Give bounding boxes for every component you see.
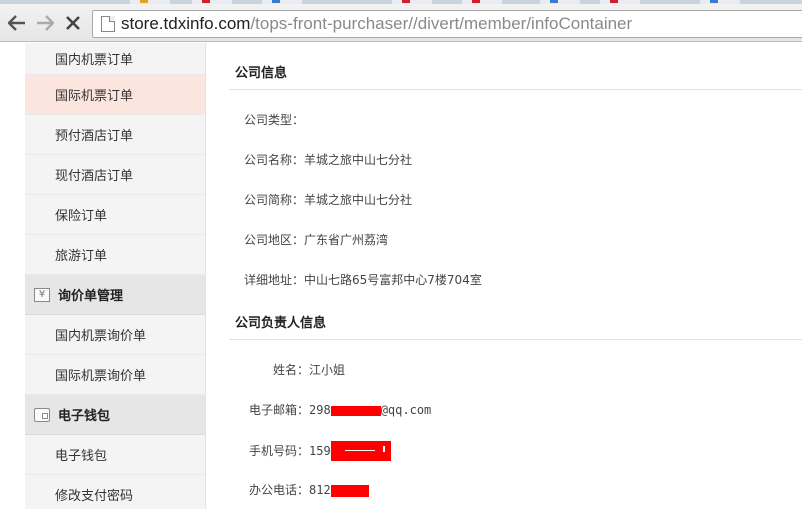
sidebar-group-label: 电子钱包: [58, 409, 111, 424]
company-address-value: 中山七路65号富邦中心7楼704室: [304, 273, 482, 287]
sidebar-item-label: 旅游订单: [55, 249, 108, 264]
contact-phone-prefix: 812: [309, 483, 331, 497]
sidebar-group-label: 询价单管理: [58, 289, 124, 304]
sidebar-item-wallet[interactable]: 电子钱包: [25, 435, 205, 475]
contact-phone-row: 办公电话：812: [249, 481, 369, 498]
back-button[interactable]: [6, 12, 28, 34]
divider: [229, 339, 802, 340]
sidebar-item-international-flight-orders[interactable]: 国际机票订单: [25, 75, 205, 115]
contact-email-row: 电子邮箱：298 @qq.com: [249, 401, 431, 418]
tab-favicon: [550, 0, 558, 3]
contact-name-row: 姓名：江小姐: [273, 361, 345, 378]
sidebar-group-wallet[interactable]: 电子钱包: [25, 395, 205, 435]
company-name-value: 羊城之旅中山七分社: [304, 153, 413, 167]
contact-name-label: 姓名：: [273, 363, 310, 377]
company-type-row: 公司类型：: [244, 111, 304, 128]
company-region-row: 公司地区：广东省广州荔湾: [244, 231, 388, 248]
contact-name-value: 江小姐: [309, 363, 346, 377]
sidebar-item-label: 保险订单: [55, 209, 108, 224]
contact-email-label: 电子邮箱：: [249, 403, 310, 417]
contact-mobile-label: 手机号码：: [249, 443, 310, 458]
sidebar-item-label: 现付酒店订单: [55, 169, 134, 184]
company-short-name-row: 公司简称：羊城之旅中山七分社: [244, 191, 412, 208]
sidebar-item-domestic-flight-inquiries[interactable]: 国内机票询价单: [25, 315, 205, 355]
company-short-name-value: 羊城之旅中山七分社: [304, 193, 413, 207]
company-region-label: 公司地区：: [244, 233, 305, 247]
sidebar-item-label: 预付酒店订单: [55, 129, 134, 144]
company-name-row: 公司名称：羊城之旅中山七分社: [244, 151, 412, 168]
tab-favicon: [610, 0, 618, 3]
redaction-mark: [330, 441, 391, 461]
tab-favicon: [272, 0, 280, 3]
sidebar-item-pay-at-hotel-orders[interactable]: 现付酒店订单: [25, 155, 205, 195]
tab-favicon: [472, 0, 480, 3]
sidebar-item-label: 国际机票询价单: [55, 369, 147, 384]
contact-email-suffix: @qq.com: [380, 403, 432, 417]
tab-favicon: [710, 0, 718, 3]
url-path: /tops-front-purchaser//divert/member/inf…: [250, 14, 633, 33]
sidebar-item-label: 电子钱包: [55, 449, 108, 464]
company-info-title: 公司信息: [235, 66, 288, 81]
company-name-label: 公司名称：: [244, 153, 305, 167]
sidebar-item-label: 国内机票订单: [55, 53, 134, 68]
sidebar-item-prepaid-hotel-orders[interactable]: 预付酒店订单: [25, 115, 205, 155]
stop-button[interactable]: [62, 12, 84, 34]
page-icon: [101, 16, 115, 32]
yen-icon: ¥: [34, 287, 50, 302]
tab-favicon: [140, 0, 148, 3]
sidebar-item-change-payment-password[interactable]: 修改支付密码: [25, 475, 205, 509]
contact-email-prefix: 298: [309, 403, 331, 417]
company-type-label: 公司类型：: [244, 113, 305, 127]
company-region-value: 广东省广州荔湾: [304, 233, 389, 247]
contact-phone-label: 办公电话：: [249, 483, 310, 497]
forward-button[interactable]: [34, 12, 56, 34]
contact-mobile-prefix: 159: [309, 443, 331, 458]
company-address-label: 详细地址：: [244, 273, 305, 287]
sidebar-item-label: 国际机票订单: [55, 89, 134, 104]
browser-toolbar: store.tdxinfo.com/tops-front-purchaser//…: [0, 4, 802, 42]
arrow-right-icon: [37, 15, 54, 31]
url-text: store.tdxinfo.com/tops-front-purchaser//…: [121, 14, 632, 34]
sidebar-item-travel-orders[interactable]: 旅游订单: [25, 235, 205, 275]
contact-mobile-row: 手机号码：159: [249, 441, 391, 461]
arrow-left-icon: [8, 15, 25, 31]
sidebar-item-domestic-flight-orders[interactable]: 国内机票订单: [25, 43, 205, 75]
divider: [229, 89, 802, 90]
main-content: 公司信息 公司类型： 公司名称：羊城之旅中山七分社 公司简称：羊城之旅中山七分社…: [229, 43, 802, 509]
redaction-mark: [330, 484, 369, 497]
company-short-name-label: 公司简称：: [244, 193, 305, 207]
tab-favicon: [202, 0, 210, 3]
wallet-icon: [34, 407, 50, 422]
sidebar-item-label: 修改支付密码: [55, 489, 134, 504]
sidebar-item-label: 国内机票询价单: [55, 329, 147, 344]
sidebar-item-international-flight-inquiries[interactable]: 国际机票询价单: [25, 355, 205, 395]
address-bar[interactable]: store.tdxinfo.com/tops-front-purchaser//…: [92, 10, 802, 38]
close-icon: [66, 16, 80, 30]
sidebar-group-inquiry[interactable]: ¥ 询价单管理: [25, 275, 205, 315]
redaction-mark: [330, 405, 381, 416]
company-address-row: 详细地址：中山七路65号富邦中心7楼704室: [244, 271, 482, 288]
sidebar-item-insurance-orders[interactable]: 保险订单: [25, 195, 205, 235]
tab-favicon: [402, 0, 410, 3]
url-host: store.tdxinfo.com: [121, 14, 251, 33]
sidebar: 国内机票订单 国际机票订单 预付酒店订单 现付酒店订单 保险订单 旅游订单 ¥ …: [25, 43, 206, 509]
contact-info-title: 公司负责人信息: [235, 316, 327, 331]
